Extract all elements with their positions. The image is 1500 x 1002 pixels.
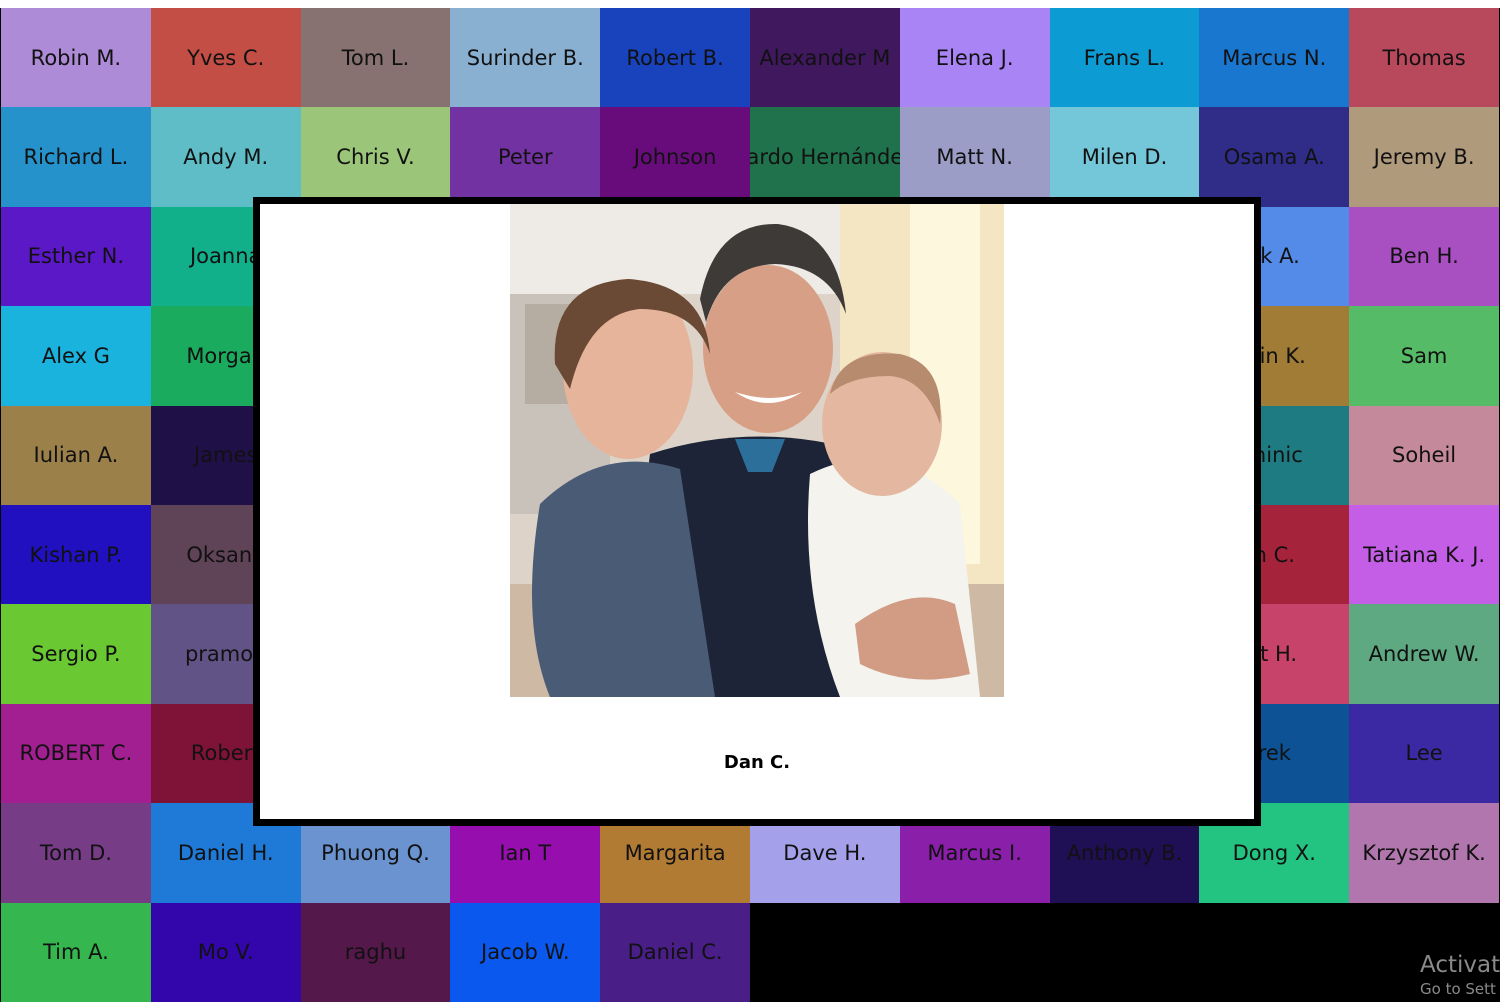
name-tile[interactable]: Sam xyxy=(1349,306,1499,406)
photo-popup[interactable]: Dan C. xyxy=(253,197,1261,826)
name-tile[interactable]: Soheil xyxy=(1349,405,1499,505)
name-tile[interactable]: Tatiana K. J. xyxy=(1349,504,1499,605)
name-tile[interactable]: Yves C. xyxy=(150,8,301,108)
top-strip xyxy=(0,0,1500,8)
name-tile[interactable]: ROBERT C. xyxy=(1,703,151,804)
name-tile[interactable]: Jeremy B. xyxy=(1349,107,1499,207)
name-tile[interactable]: Peter xyxy=(450,107,601,207)
name-tile[interactable]: Frans L. xyxy=(1049,8,1200,108)
name-tile[interactable]: ardo Hernánde xyxy=(749,107,900,207)
name-tile[interactable]: Johnson xyxy=(600,107,750,207)
name-tile[interactable]: Tim A. xyxy=(1,902,151,1002)
watermark-line-2: Go to Sett xyxy=(1420,980,1496,998)
name-tile[interactable]: Ben H. xyxy=(1349,206,1499,307)
name-tile[interactable]: Robert B. xyxy=(600,8,750,108)
name-tile[interactable]: Surinder B. xyxy=(450,8,601,108)
name-tile[interactable]: Lee xyxy=(1349,703,1499,804)
name-tile[interactable]: Richard L. xyxy=(1,107,151,207)
name-tile[interactable]: Kishan P. xyxy=(1,504,151,605)
name-tile[interactable]: Krzysztof K. xyxy=(1349,803,1499,903)
name-tile[interactable]: Daniel C. xyxy=(600,902,750,1002)
name-tile[interactable]: Mo V. xyxy=(150,902,301,1002)
name-tile[interactable]: raghu xyxy=(300,902,451,1002)
name-tile[interactable]: Milen D. xyxy=(1049,107,1200,207)
name-tile[interactable]: Jacob W. xyxy=(450,902,601,1002)
name-tile[interactable]: Andrew W. xyxy=(1349,604,1499,704)
name-tile[interactable]: Elena J. xyxy=(899,8,1050,108)
name-tile[interactable]: Tom L. xyxy=(300,8,451,108)
name-tile[interactable]: Marcus N. xyxy=(1199,8,1350,108)
photo-caption: Dan C. xyxy=(723,752,791,773)
name-tile[interactable]: Thomas xyxy=(1349,8,1499,108)
activate-windows-watermark: Activate Go to Sett xyxy=(1420,952,1500,998)
watermark-line-1: Activate xyxy=(1420,952,1500,978)
name-tile[interactable]: Tom D. xyxy=(1,803,151,903)
name-tile[interactable]: Alex G xyxy=(1,306,151,406)
name-tile[interactable]: Chris V. xyxy=(300,107,451,207)
photo-popup-content: Dan C. xyxy=(260,204,1254,819)
name-tile[interactable]: Andy M. xyxy=(150,107,301,207)
name-tile[interactable]: Alexander M xyxy=(749,8,900,108)
name-tile[interactable]: Osama A. xyxy=(1199,107,1350,207)
name-tile[interactable]: Sergio P. xyxy=(1,604,151,704)
name-tile[interactable]: Iulian A. xyxy=(1,405,151,505)
name-tile[interactable]: Matt N. xyxy=(899,107,1050,207)
name-tile[interactable]: Robin M. xyxy=(1,8,151,108)
name-tile[interactable]: Esther N. xyxy=(1,206,151,307)
person-photo xyxy=(510,204,1004,697)
